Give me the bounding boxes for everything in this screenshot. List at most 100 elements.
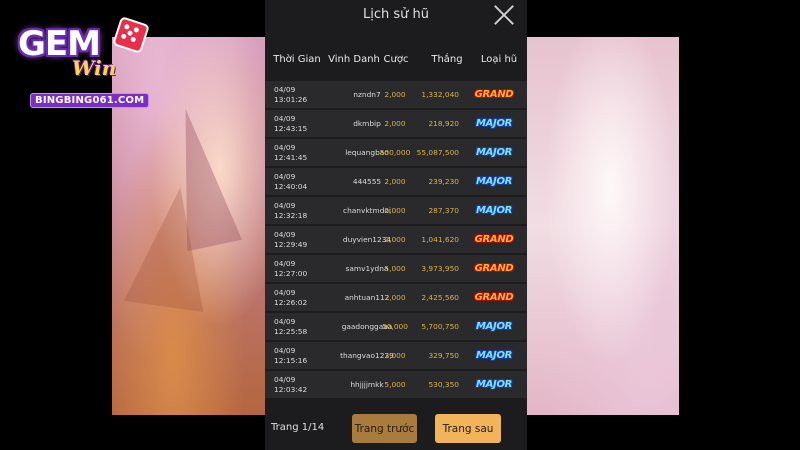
table-row: 04/09 12:29:49 duyvien1234 2,000 1,041,620 GR…: [265, 226, 527, 253]
row-time: 04/09 12:41:45: [274, 139, 322, 166]
row-clock: 12:27:00: [274, 268, 308, 278]
row-clock: 12:26:02: [274, 297, 308, 307]
row-date: 04/09: [274, 201, 296, 210]
row-time: 04/09 13:01:26: [274, 81, 322, 108]
jackpot-type-badge: GRAND: [474, 234, 514, 245]
row-clock: 12:03:42: [274, 384, 308, 394]
row-clock: 12:43:15: [274, 123, 308, 133]
row-date: 04/09: [274, 114, 296, 123]
row-bet: 2,000: [384, 90, 406, 99]
background-art-right: [527, 37, 679, 415]
panel-title: Lịch sử hũ: [363, 7, 429, 22]
jackpot-type-badge: MAJOR: [475, 321, 513, 332]
table-row: 04/09 12:03:42 hhjjjjmkk 5,000 530,350 MAJOR: [265, 371, 527, 398]
row-win: 530,350: [428, 380, 459, 389]
row-win: 3,973,950: [421, 264, 459, 273]
row-jackpot-type: MAJOR: [469, 371, 519, 398]
jackpot-type-badge: GRAND: [474, 263, 514, 274]
next-page-button[interactable]: Trang sau: [435, 414, 501, 443]
row-win: 5,700,750: [421, 322, 459, 331]
row-date: 04/09: [274, 375, 296, 384]
jackpot-type-badge: MAJOR: [475, 118, 513, 129]
row-time: 04/09 12:26:02: [274, 284, 322, 311]
close-icon[interactable]: [493, 4, 515, 26]
row-time: 04/09 12:25:58: [274, 313, 322, 340]
row-jackpot-type: GRAND: [469, 81, 519, 108]
jackpot-type-badge: GRAND: [474, 292, 514, 303]
row-date: 04/09: [274, 288, 296, 297]
row-win: 329,750: [428, 351, 459, 360]
jackpot-type-badge: MAJOR: [475, 205, 513, 216]
row-jackpot-type: MAJOR: [469, 168, 519, 195]
table-row: 04/09 13:01:26 nzndn7 2,000 1,332,040 GRAND: [265, 81, 527, 108]
previous-page-button[interactable]: Trang trước: [352, 414, 417, 443]
row-win: 287,370: [428, 206, 459, 215]
row-win: 55,087,500: [416, 148, 459, 157]
row-clock: 12:32:18: [274, 210, 308, 220]
jackpot-type-badge: MAJOR: [475, 350, 513, 361]
row-jackpot-type: MAJOR: [469, 139, 519, 166]
row-date: 04/09: [274, 259, 296, 268]
row-bet: 500,000: [379, 148, 411, 157]
row-bet: 2,000: [384, 235, 406, 244]
table-row: 04/09 12:43:15 dkmbip 2,000 218,920 MAJOR: [265, 110, 527, 137]
row-time: 04/09 12:32:18: [274, 197, 322, 224]
row-clock: 12:15:16: [274, 355, 308, 365]
row-jackpot-type: GRAND: [469, 284, 519, 311]
background-rock-shape: [124, 182, 220, 312]
row-date: 04/09: [274, 143, 296, 152]
row-clock: 12:41:45: [274, 152, 308, 162]
row-jackpot-type: MAJOR: [469, 110, 519, 137]
row-bet: 2,000: [384, 351, 406, 360]
row-time: 04/09 12:15:16: [274, 342, 322, 369]
row-date: 04/09: [274, 230, 296, 239]
row-bet: 2,000: [384, 177, 406, 186]
row-time: 04/09 12:27:00: [274, 255, 322, 282]
row-date: 04/09: [274, 85, 296, 94]
row-jackpot-type: MAJOR: [469, 313, 519, 340]
row-date: 04/09: [274, 346, 296, 355]
jackpot-type-badge: GRAND: [474, 89, 514, 100]
row-clock: 12:29:49: [274, 239, 308, 249]
column-header-win: Thắng: [431, 54, 463, 65]
row-bet: 2,000: [384, 293, 406, 302]
column-header-time: Thời Gian: [273, 54, 321, 65]
row-jackpot-type: GRAND: [469, 226, 519, 253]
history-table: 04/09 13:01:26 nzndn7 2,000 1,332,040 GRAND 04…: [265, 81, 527, 400]
row-win: 2,425,560: [421, 293, 459, 302]
jackpot-type-badge: MAJOR: [475, 379, 513, 390]
dice-icon: [112, 16, 150, 54]
table-row: 04/09 12:40:04 444555 2,000 239,230 MAJOR: [265, 168, 527, 195]
row-clock: 12:40:04: [274, 181, 308, 191]
table-row: 04/09 12:25:58 gaadonggaaa 50,000 5,700,750 M…: [265, 313, 527, 340]
table-row: 04/09 12:32:18 chanvktmdoi 2,000 287,370 MAJO…: [265, 197, 527, 224]
row-bet: 5,000: [384, 380, 406, 389]
row-time: 04/09 12:29:49: [274, 226, 322, 253]
jackpot-type-badge: MAJOR: [475, 176, 513, 187]
page-indicator: Trang 1/14: [271, 422, 325, 433]
row-jackpot-type: GRAND: [469, 255, 519, 282]
row-jackpot-type: MAJOR: [469, 342, 519, 369]
row-time: 04/09 12:43:15: [274, 110, 322, 137]
row-date: 04/09: [274, 172, 296, 181]
brand-logo: GEM Win BINGBING061.COM: [12, 10, 152, 114]
row-time: 04/09 12:03:42: [274, 371, 322, 398]
table-row: 04/09 12:26:02 anhtuan112 2,000 2,425,560 GRA…: [265, 284, 527, 311]
row-win: 239,230: [428, 177, 459, 186]
table-header: Thời Gian Vinh Danh Cược Thắng Loại hũ: [265, 54, 527, 68]
jackpot-type-badge: MAJOR: [475, 147, 513, 158]
row-bet: 2,000: [384, 206, 406, 215]
row-win: 1,041,620: [421, 235, 459, 244]
row-bet: 5,000: [384, 264, 406, 273]
logo-url: BINGBING061.COM: [30, 93, 150, 108]
jackpot-history-panel: Lịch sử hũ Thời Gian Vinh Danh Cược Thắn…: [265, 0, 527, 450]
column-header-bet: Cược: [383, 54, 409, 65]
row-time: 04/09 12:40:04: [274, 168, 322, 195]
table-row: 04/09 12:15:16 thangvao1239 2,000 329,750 MAJ…: [265, 342, 527, 369]
row-clock: 13:01:26: [274, 94, 308, 104]
column-header-type: Loại hũ: [480, 54, 518, 65]
row-jackpot-type: MAJOR: [469, 197, 519, 224]
table-row: 04/09 12:27:00 samv1ydna 5,000 3,973,950 GRAN…: [265, 255, 527, 282]
row-date: 04/09: [274, 317, 296, 326]
logo-sub-text: Win: [72, 56, 117, 80]
